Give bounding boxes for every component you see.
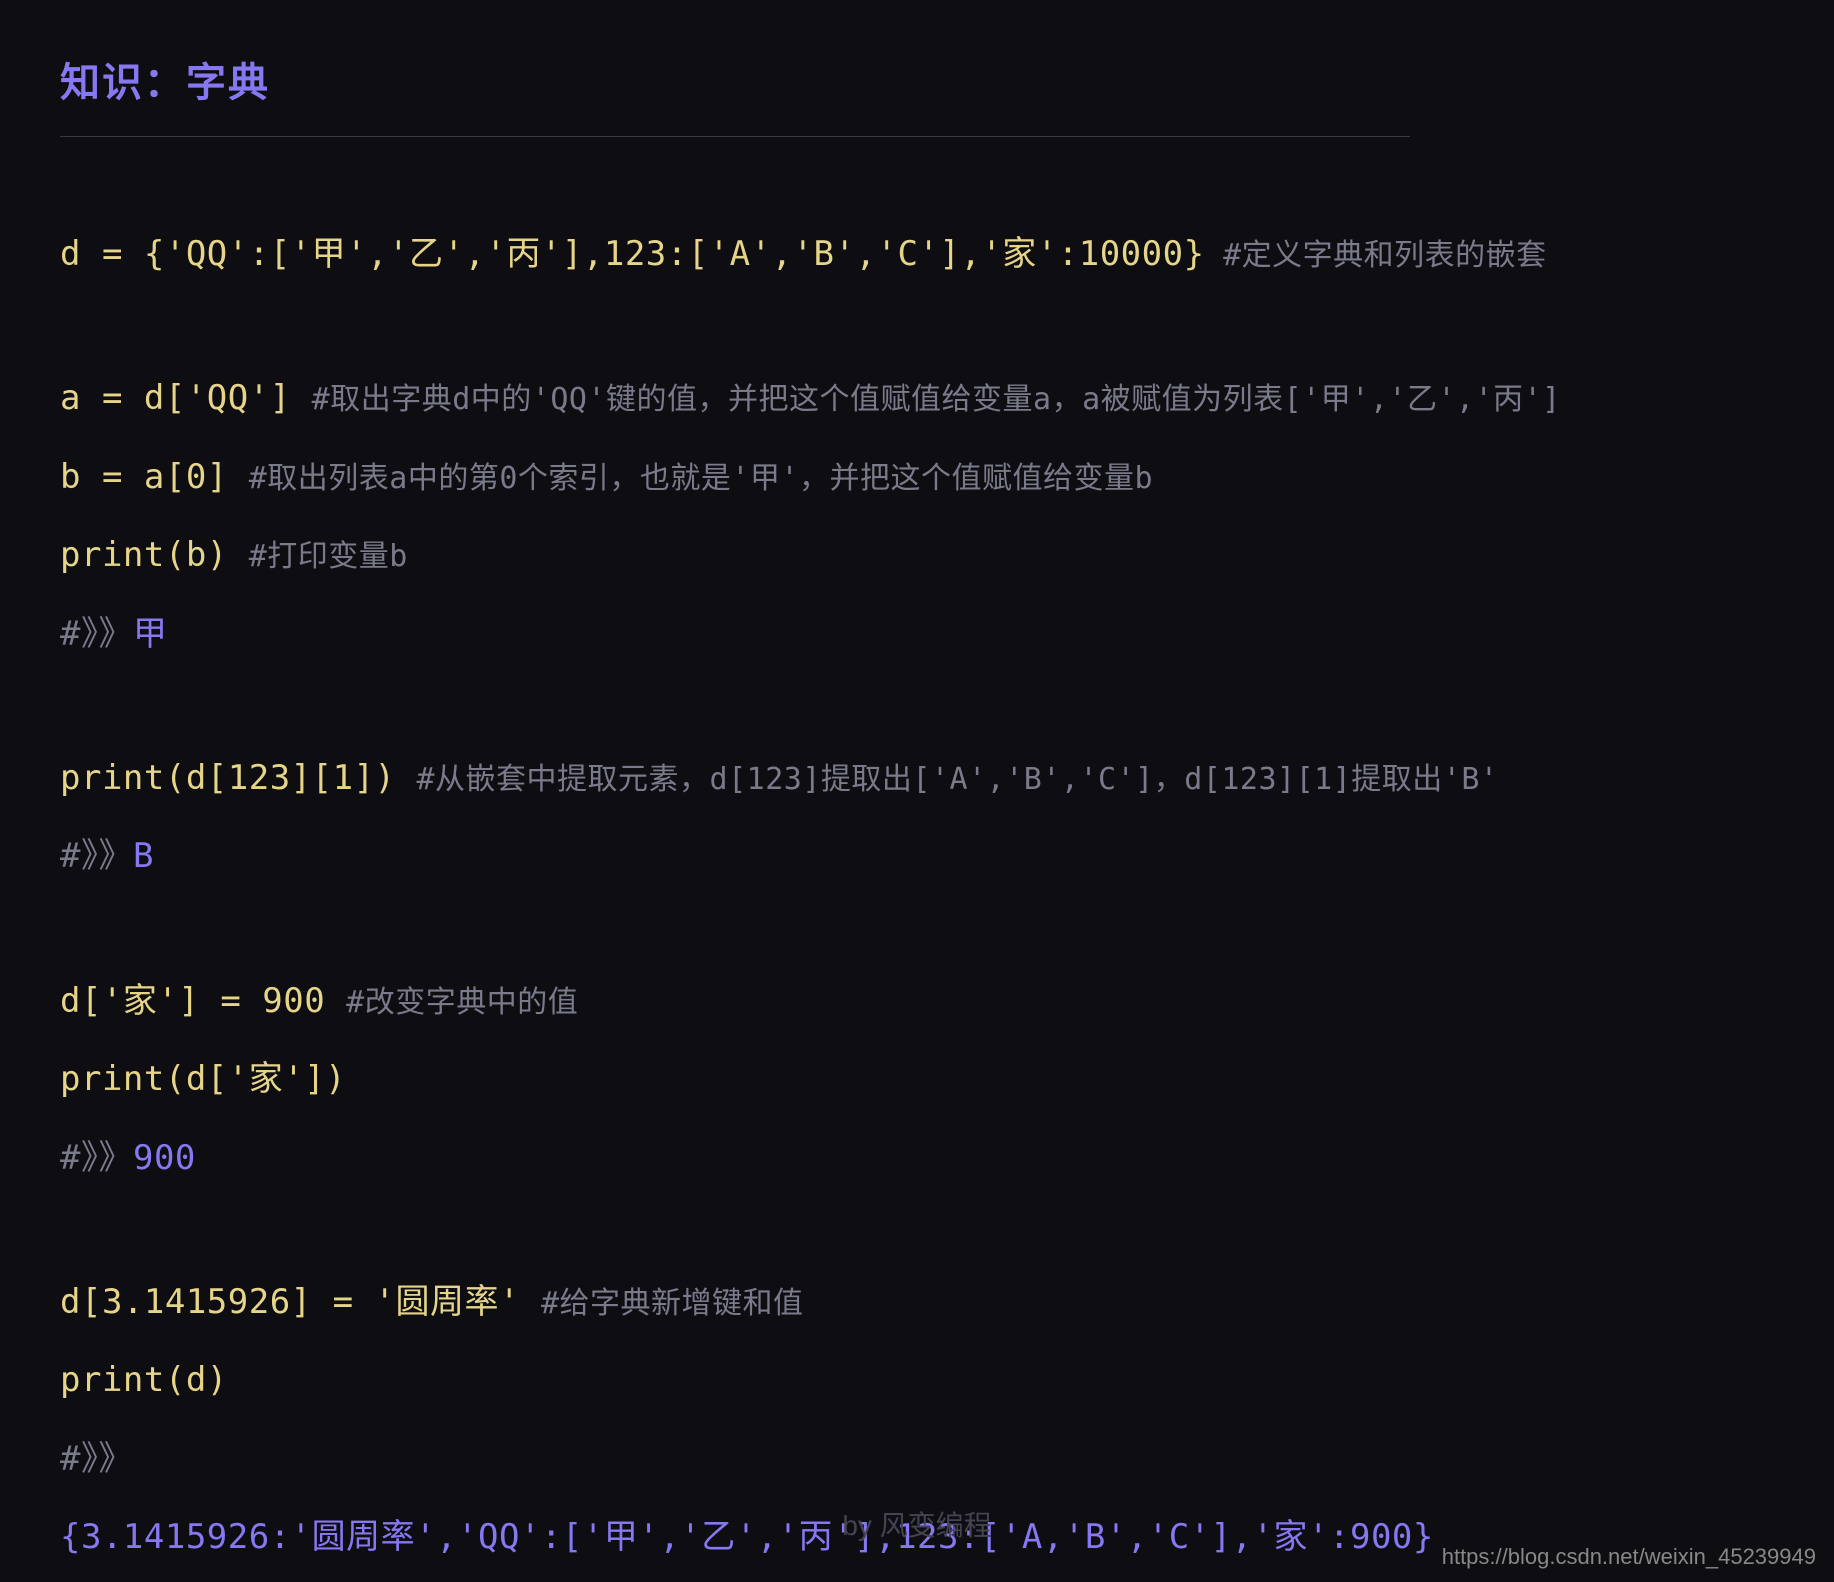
code-line: print(b) #打印变量b (60, 528, 1774, 582)
code-line: print(d) (60, 1353, 1774, 1407)
code-line: d = {'QQ':['甲','乙','丙'],123:['A','B','C'… (60, 227, 1774, 281)
comment-text: #取出列表a中的第0个索引，也就是'甲'，并把这个值赋值给变量b (249, 461, 1153, 496)
code-block-4: d['家'] = 900 #改变字典中的值 print(d['家']) #》》9… (60, 974, 1774, 1185)
watermark-text: https://blog.csdn.net/weixin_45239949 (1442, 1544, 1816, 1570)
code-text: b = a[0] (60, 457, 249, 497)
comment-text: #定义字典和列表的嵌套 (1205, 238, 1547, 273)
page-title: 知识：字典 (60, 50, 1774, 108)
output-value: 900 (133, 1138, 196, 1178)
output-value: B (133, 836, 154, 876)
code-text: d[3.1415926] = '圆周率' (60, 1282, 541, 1322)
output-marker: #》》 (60, 1138, 133, 1178)
code-line: b = a[0] #取出列表a中的第0个索引，也就是'甲'，并把这个值赋值给变量… (60, 450, 1774, 504)
output-value: 甲 (133, 614, 168, 654)
code-text: d = {'QQ':['甲','乙','丙'],123:['A','B','C'… (60, 234, 1205, 274)
code-line: print(d['家']) (60, 1052, 1774, 1106)
comment-text: #给字典新增键和值 (541, 1286, 804, 1321)
comment-text: #打印变量b (249, 539, 408, 574)
credit-text: by 风变编程 (842, 1504, 991, 1544)
output-line: #》》甲 (60, 607, 1774, 661)
divider (60, 136, 1410, 137)
code-line: print(d[123][1]) #从嵌套中提取元素，d[123]提取出['A'… (60, 751, 1774, 805)
comment-text: #从嵌套中提取元素，d[123]提取出['A','B','C']，d[123][… (417, 762, 1499, 797)
code-text: print(d[123][1]) (60, 758, 417, 798)
code-text: print(b) (60, 535, 249, 575)
output-line: #》》B (60, 829, 1774, 883)
output-marker: #》》 (60, 1439, 133, 1479)
code-text: print(d) (60, 1360, 228, 1400)
code-text: a = d['QQ'] (60, 378, 312, 418)
comment-text: #改变字典中的值 (346, 985, 578, 1020)
output-marker: #》》 (60, 836, 133, 876)
code-line: d[3.1415926] = '圆周率' #给字典新增键和值 (60, 1275, 1774, 1329)
code-text: d['家'] = 900 (60, 981, 346, 1021)
output-line: #》》 (60, 1432, 1774, 1486)
output-line: #》》900 (60, 1131, 1774, 1185)
code-block-1: d = {'QQ':['甲','乙','丙'],123:['A','B','C'… (60, 227, 1774, 281)
code-block-3: print(d[123][1]) #从嵌套中提取元素，d[123]提取出['A'… (60, 751, 1774, 884)
output-marker: #》》 (60, 614, 133, 654)
code-text: print(d['家']) (60, 1059, 346, 1099)
comment-text: #取出字典d中的'QQ'键的值，并把这个值赋值给变量a，a被赋值为列表['甲',… (312, 382, 1561, 417)
code-block-2: a = d['QQ'] #取出字典d中的'QQ'键的值，并把这个值赋值给变量a，… (60, 371, 1774, 661)
code-line: d['家'] = 900 #改变字典中的值 (60, 974, 1774, 1028)
code-line: a = d['QQ'] #取出字典d中的'QQ'键的值，并把这个值赋值给变量a，… (60, 371, 1774, 425)
